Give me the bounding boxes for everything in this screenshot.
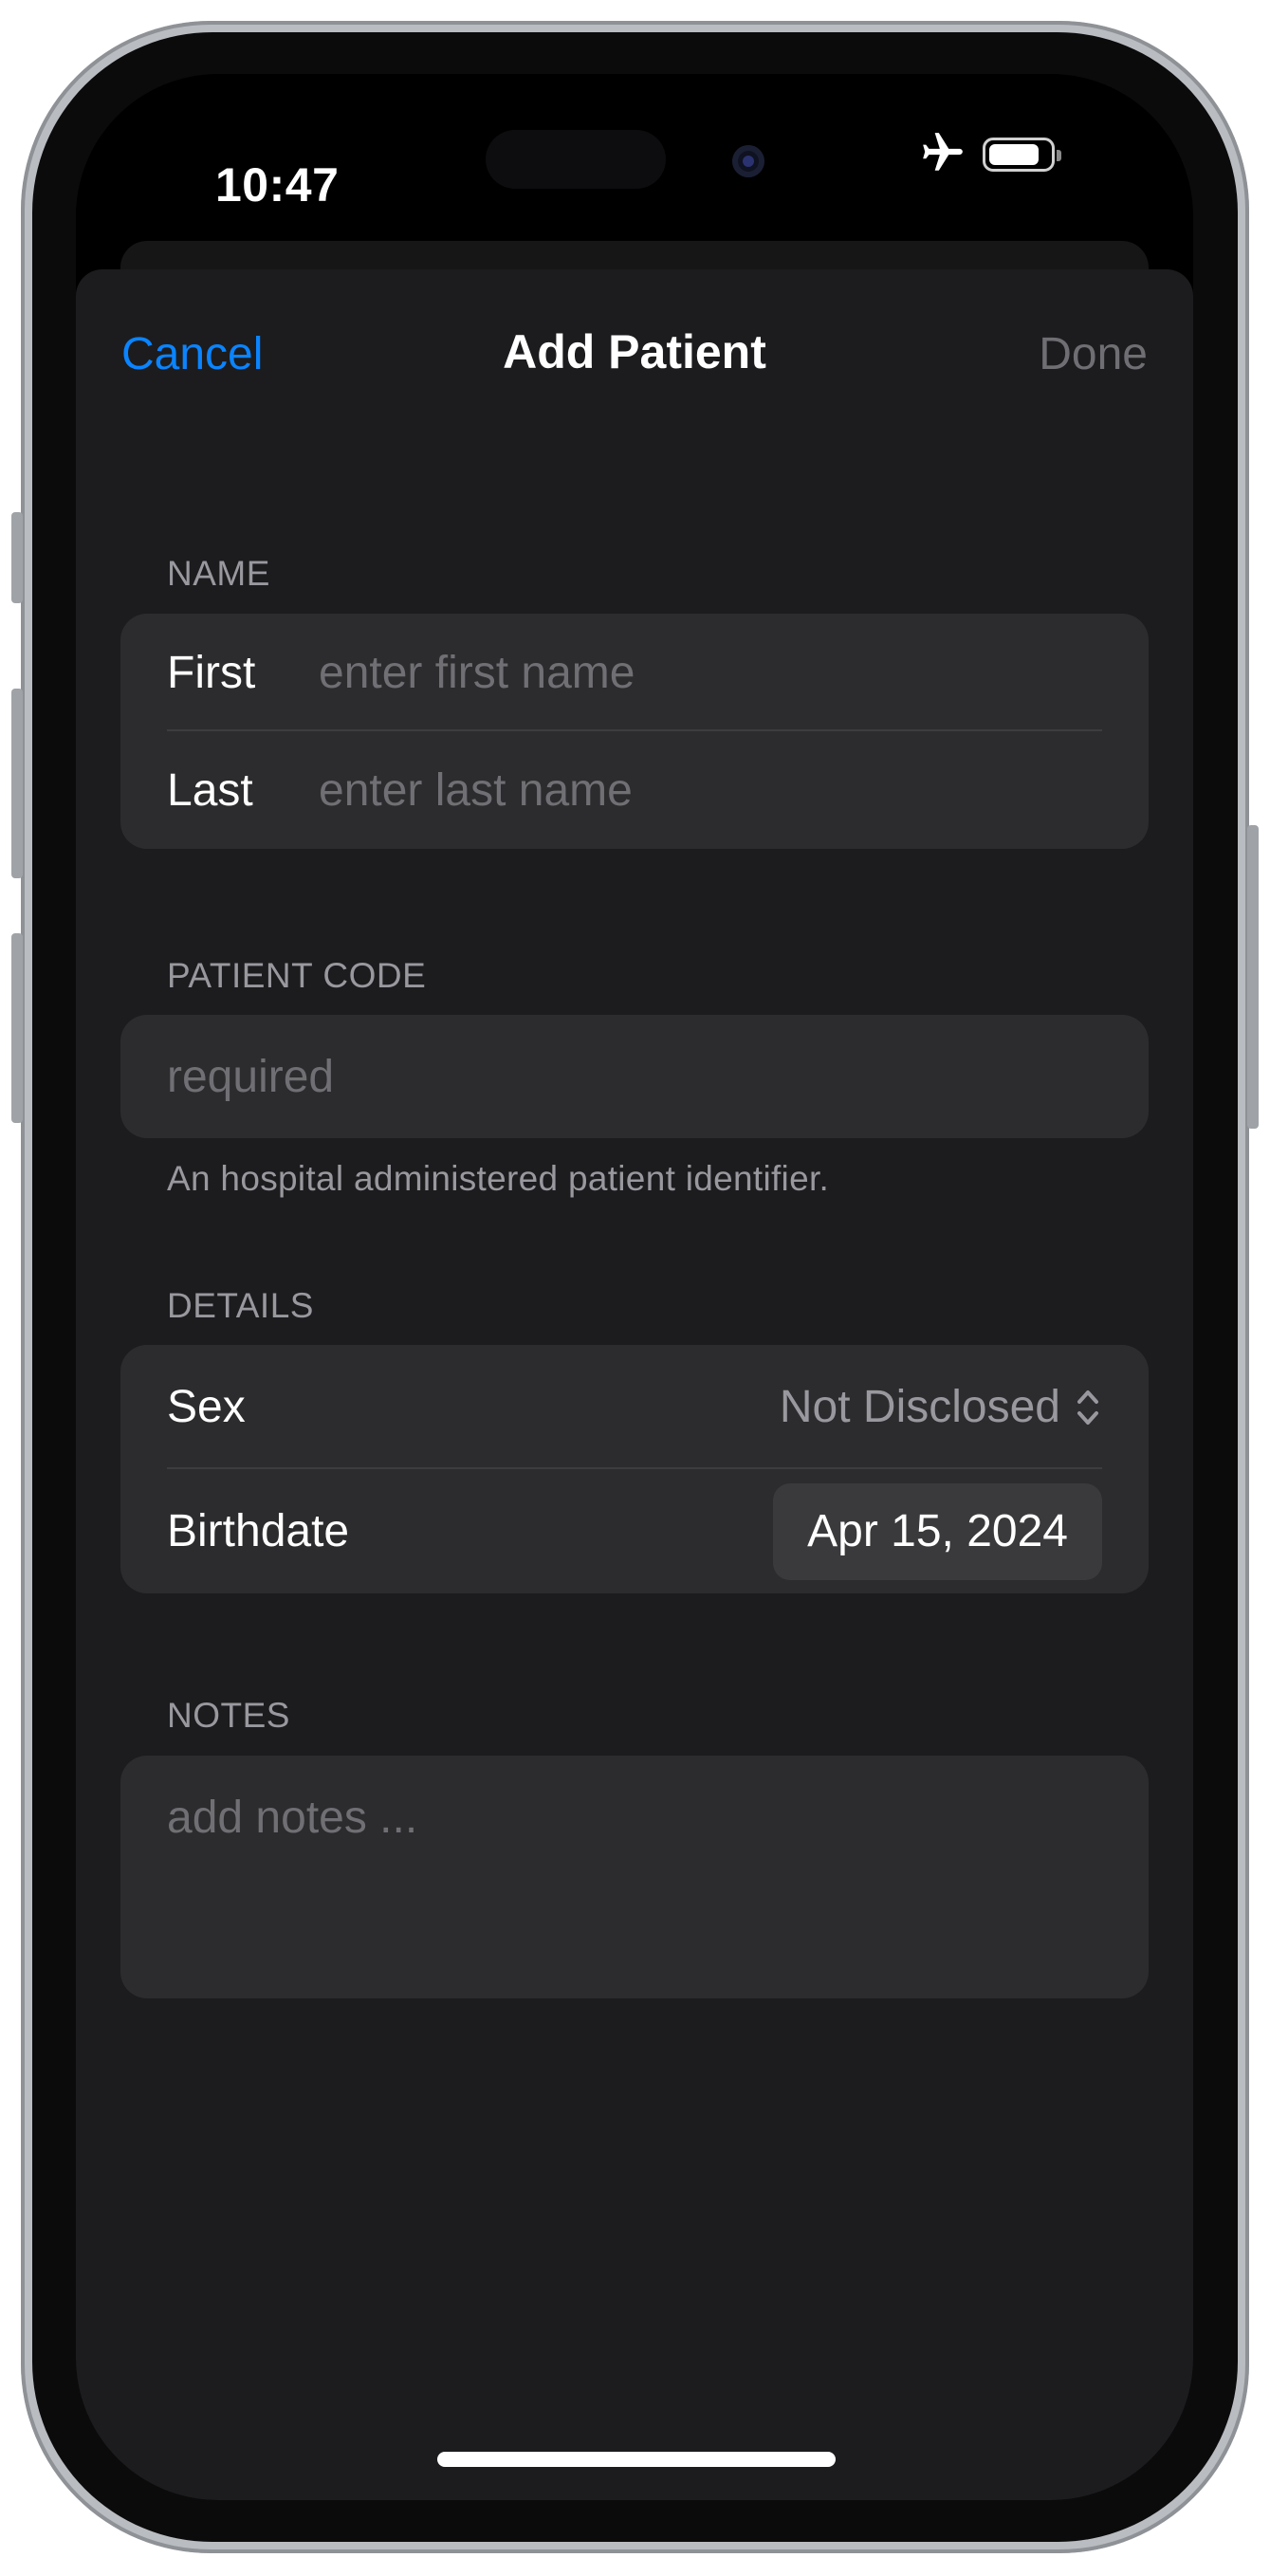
name-group: First enter first name Last enter last n…	[120, 614, 1149, 849]
details-section-header: DETAILS	[167, 1286, 314, 1325]
birthdate-picker-button[interactable]: Apr 15, 2024	[773, 1482, 1102, 1580]
patient-code-row: required	[120, 1015, 1149, 1138]
battery-icon	[983, 138, 1061, 172]
last-name-field[interactable]: enter last name	[319, 764, 1102, 817]
patient-code-section-header: PATIENT CODE	[167, 956, 427, 995]
sex-picker[interactable]: Not Disclosed	[780, 1381, 1102, 1433]
patient-code-footer: An hospital administered patient identif…	[167, 1159, 830, 1198]
birthdate-label: Birthdate	[167, 1506, 350, 1556]
notes-group: add notes ...	[120, 1756, 1149, 1998]
action-button	[11, 512, 23, 603]
airplane-icon	[918, 129, 967, 181]
birthdate-row: Birthdate Apr 15, 2024	[120, 1469, 1149, 1593]
chevron-up-down-icon	[1074, 1384, 1102, 1431]
home-indicator[interactable]	[437, 2452, 836, 2467]
last-name-label: Last	[167, 764, 253, 816]
last-name-row: Last enter last name	[120, 731, 1149, 849]
power-button	[1247, 825, 1259, 1129]
volume-up-button	[11, 689, 23, 878]
first-name-field[interactable]: enter first name	[319, 647, 1102, 699]
patient-code-group: required	[120, 1015, 1149, 1138]
volume-down-button	[11, 933, 23, 1123]
first-name-row: First enter first name	[120, 614, 1149, 731]
name-section-header: NAME	[167, 554, 270, 593]
first-name-label: First	[167, 647, 256, 698]
status-time: 10:47	[215, 158, 340, 212]
details-group: Sex Not Disclosed Birthdate Apr 15, 2024	[120, 1345, 1149, 1593]
notes-field[interactable]: add notes ...	[120, 1756, 1149, 1880]
camera-icon	[732, 145, 764, 177]
sex-row: Sex Not Disclosed	[120, 1345, 1149, 1469]
sex-value: Not Disclosed	[779, 1382, 1060, 1432]
dynamic-island	[457, 107, 814, 213]
patient-code-field[interactable]: required	[167, 1051, 1102, 1103]
status-right	[918, 129, 1061, 181]
notes-section-header: NOTES	[167, 1696, 290, 1735]
sheet-title: Add Patient	[503, 325, 766, 378]
sex-label: Sex	[167, 1382, 246, 1432]
add-patient-sheet: Cancel Add Patient Done NAME First enter…	[76, 269, 1193, 2500]
screen: 10:47 Cancel Add Patient Done NAME First…	[76, 74, 1193, 2500]
done-button[interactable]: Done	[1039, 328, 1148, 380]
